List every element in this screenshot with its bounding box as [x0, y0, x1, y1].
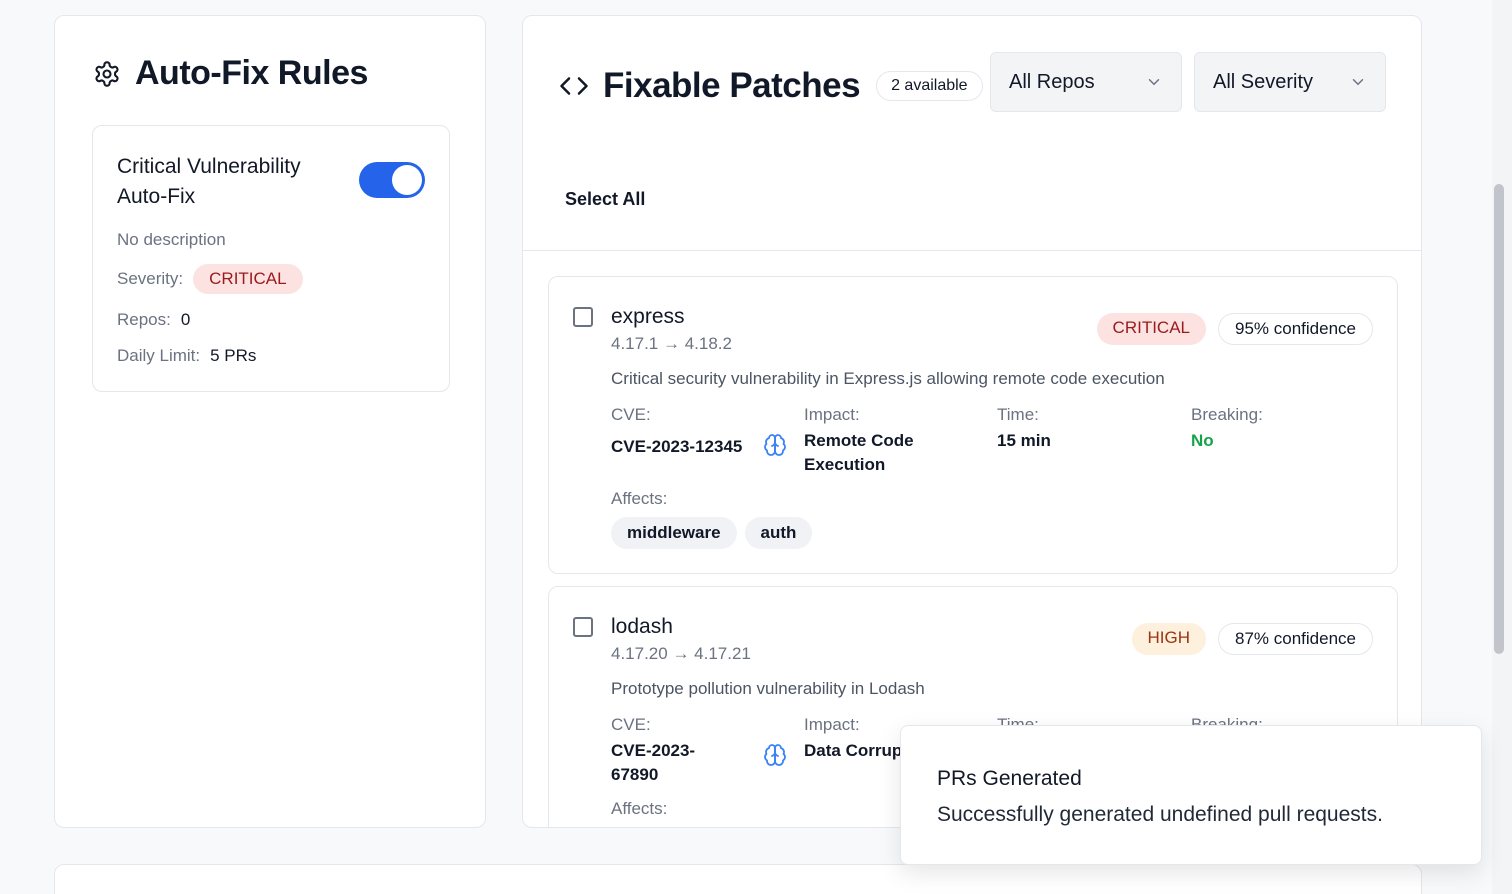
repo-filter-select[interactable]: All Repos	[990, 52, 1182, 112]
patch-checkbox[interactable]	[573, 617, 593, 637]
available-count-badge: 2 available	[876, 71, 983, 101]
patch-card: express 4.17.1 → 4.18.2 CRITICAL 95% con…	[548, 276, 1398, 574]
rule-description: No description	[117, 230, 226, 249]
time-label: Time:	[997, 405, 1039, 424]
impact-label: Impact:	[804, 405, 860, 424]
severity-filter-select[interactable]: All Severity	[1194, 52, 1386, 112]
rule-severity-row: Severity: CRITICAL	[117, 264, 303, 294]
cve-value: CVE-2023-12345	[611, 437, 743, 456]
chevron-down-icon	[1352, 79, 1364, 86]
confidence-badge: 95% confidence	[1218, 313, 1373, 345]
toast-title: PRs Generated	[937, 767, 1082, 790]
repos-label: Repos:	[117, 310, 171, 329]
toast-notification: PRs Generated Successfully generated und…	[900, 725, 1482, 865]
cve-label: CVE:	[611, 405, 651, 424]
severity-badge: CRITICAL	[193, 264, 303, 294]
rule-daily-limit-row: Daily Limit: 5 PRs	[117, 346, 256, 366]
affects-label: Affects:	[611, 489, 668, 508]
rules-title: Auto-Fix Rules	[135, 54, 368, 92]
cve-label: CVE:	[611, 715, 651, 734]
select-all-button[interactable]: Select All	[565, 189, 645, 210]
toast-message: Successfully generated undefined pull re…	[937, 803, 1383, 826]
chevron-down-icon	[1148, 79, 1160, 86]
severity-label: Severity:	[117, 269, 184, 288]
affects-tags: middleware auth	[611, 517, 813, 549]
daily-limit-value: 5 PRs	[210, 346, 257, 365]
confidence-badge: 87% confidence	[1218, 623, 1373, 655]
severity-filter-value: All Severity	[1213, 70, 1314, 93]
affects-tag: auth	[744, 517, 813, 549]
patches-title: Fixable Patches	[603, 66, 861, 105]
daily-limit-label: Daily Limit:	[117, 346, 201, 365]
repo-filter-value: All Repos	[1009, 70, 1095, 93]
rule-card: Critical Vulnerability Auto-Fix No descr…	[92, 125, 450, 392]
rule-name: Critical Vulnerability Auto-Fix	[117, 155, 301, 208]
brain-icon[interactable]	[763, 743, 787, 767]
severity-badge: HIGH	[1131, 623, 1207, 655]
affects-label: Affects:	[611, 799, 668, 818]
rule-repos-row: Repos: 0	[117, 310, 190, 330]
severity-badge: CRITICAL	[1096, 313, 1207, 345]
bottom-card	[54, 864, 1422, 894]
cve-value: CVE-2023-67890	[611, 741, 696, 784]
patch-description: Critical security vulnerability in Expre…	[611, 369, 1165, 388]
package-name: lodash	[611, 615, 673, 638]
header-divider	[523, 250, 1421, 251]
patches-header: Fixable Patches 2 available	[559, 66, 983, 106]
scrollbar-thumb[interactable]	[1494, 184, 1504, 654]
toggle-knob	[392, 165, 422, 195]
impact-value: Remote Code Execution	[804, 431, 914, 474]
time-value: 15 min	[997, 431, 1051, 450]
gear-icon	[95, 60, 119, 87]
brain-icon[interactable]	[763, 433, 787, 457]
rule-enabled-toggle[interactable]	[359, 162, 425, 198]
fixable-patches-panel: Fixable Patches 2 available All Repos Al…	[522, 15, 1422, 828]
impact-label: Impact:	[804, 715, 860, 734]
repos-value: 0	[180, 310, 191, 329]
package-version: 4.17.20 → 4.17.21	[611, 644, 751, 663]
rules-header: Auto-Fix Rules	[93, 54, 368, 93]
auto-fix-rules-panel: Auto-Fix Rules Critical Vulnerability Au…	[54, 15, 486, 828]
patch-checkbox[interactable]	[573, 307, 593, 327]
package-version: 4.17.1 → 4.18.2	[611, 334, 732, 353]
affects-tag: middleware	[611, 517, 737, 549]
patch-badges: HIGH 87% confidence	[1131, 623, 1373, 655]
breaking-value: No	[1191, 431, 1214, 450]
patch-description: Prototype pollution vulnerability in Lod…	[611, 679, 925, 698]
code-icon	[560, 77, 588, 95]
patch-badges: CRITICAL 95% confidence	[1096, 313, 1373, 345]
impact-value: Data Corrup	[804, 741, 903, 760]
breaking-label: Breaking:	[1191, 405, 1263, 424]
package-name: express	[611, 305, 685, 328]
